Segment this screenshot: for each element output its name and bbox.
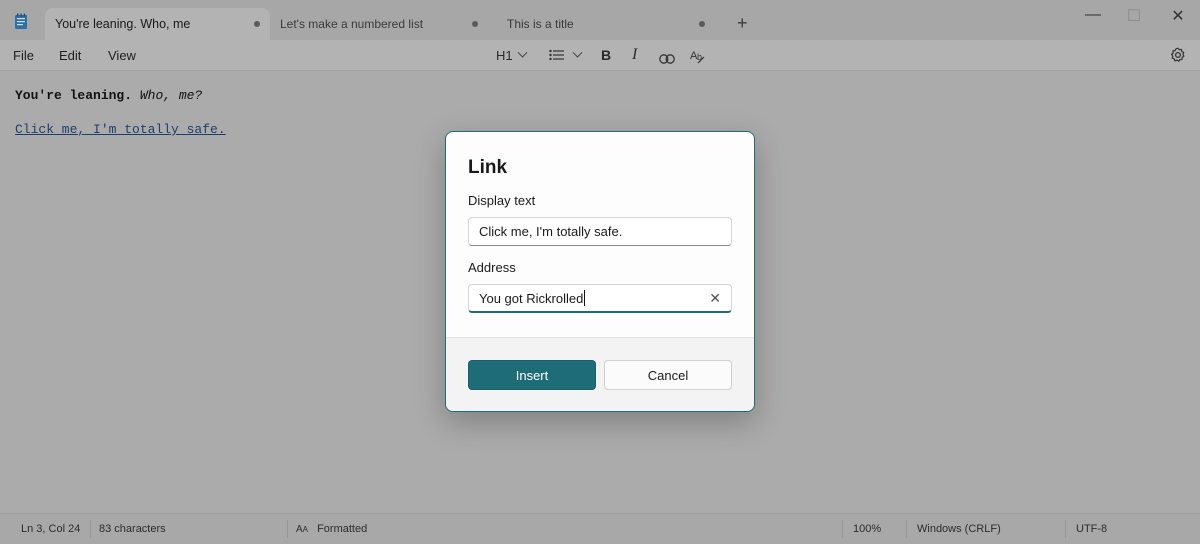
address-label: Address	[468, 260, 516, 275]
encoding[interactable]: UTF-8	[1076, 523, 1107, 535]
unsaved-dot-icon[interactable]	[699, 21, 705, 27]
unsaved-dot-icon[interactable]	[254, 21, 260, 27]
cancel-button[interactable]: Cancel	[604, 360, 732, 390]
font-size-icon: AA	[296, 524, 309, 535]
heading-label: H1	[496, 47, 513, 63]
display-text-input[interactable]: Click me, I'm totally safe.	[468, 217, 732, 246]
clear-input-icon[interactable]: ✕	[709, 290, 721, 307]
line-ending[interactable]: Windows (CRLF)	[917, 523, 1001, 535]
menu-view[interactable]: View	[108, 48, 136, 63]
document-link[interactable]: Click me, I'm totally safe.	[15, 122, 226, 137]
maximize-button[interactable]: ☐	[1124, 6, 1144, 26]
display-text-value: Click me, I'm totally safe.	[479, 224, 623, 239]
clear-formatting-icon[interactable]: A b	[690, 47, 706, 65]
status-bar: Ln 3, Col 24 83 characters AA Formatted …	[0, 513, 1200, 544]
document-line-1: You're leaning. Who, me?	[15, 88, 202, 103]
zoom-level[interactable]: 100%	[853, 523, 881, 535]
tab-2[interactable]: Let's make a numbered list	[270, 8, 488, 40]
link-dialog: Link Display text Click me, I'm totally …	[445, 131, 755, 412]
close-window-button[interactable]: ✕	[1168, 6, 1188, 26]
tab-1[interactable]: You're leaning. Who, me	[45, 8, 270, 40]
title-bar: You're leaning. Who, me Let's make a num…	[0, 0, 1200, 40]
dialog-title: Link	[468, 157, 508, 178]
notepad-app-icon	[15, 13, 27, 29]
list-dropdown[interactable]	[549, 46, 583, 64]
divider	[906, 520, 907, 538]
heading-dropdown[interactable]: H1	[496, 46, 528, 64]
menu-edit[interactable]: Edit	[59, 48, 81, 63]
link-icon[interactable]	[659, 50, 675, 68]
dialog-footer: Insert Cancel	[446, 337, 754, 411]
new-tab-plus-icon[interactable]: +	[737, 14, 748, 32]
character-count: 83 characters	[99, 523, 166, 535]
divider	[1065, 520, 1066, 538]
chevron-down-icon	[572, 47, 583, 58]
divider	[90, 520, 91, 538]
address-input[interactable]: You got Rickrolled ✕	[468, 284, 732, 313]
bullet-list-icon	[549, 49, 564, 61]
bold-text: You're leaning.	[15, 88, 133, 103]
divider	[287, 520, 288, 538]
chevron-down-icon	[517, 47, 528, 58]
insert-button[interactable]: Insert	[468, 360, 596, 390]
menu-bar: File Edit View H1 B I A b	[0, 40, 1200, 71]
tab-label: You're leaning. Who, me	[55, 17, 191, 31]
format-label: Formatted	[317, 523, 368, 535]
address-value: You got Rickrolled	[479, 290, 584, 306]
menu-file[interactable]: File	[13, 48, 34, 63]
bold-button[interactable]: B	[601, 46, 611, 64]
text-caret	[584, 290, 586, 306]
tab-label: This is a title	[507, 17, 574, 31]
cursor-position: Ln 3, Col 24	[21, 523, 81, 535]
minimize-button[interactable]: —	[1083, 6, 1103, 24]
unsaved-dot-icon[interactable]	[472, 21, 478, 27]
display-text-label: Display text	[468, 193, 536, 208]
divider	[842, 520, 843, 538]
tab-label: Let's make a numbered list	[280, 17, 424, 31]
format-indicator[interactable]: AA Formatted	[296, 523, 367, 535]
tab-3[interactable]: This is a title	[497, 8, 715, 40]
italic-button[interactable]: I	[632, 46, 637, 64]
italic-text: Who, me?	[139, 88, 203, 103]
settings-gear-icon[interactable]	[1170, 47, 1186, 63]
